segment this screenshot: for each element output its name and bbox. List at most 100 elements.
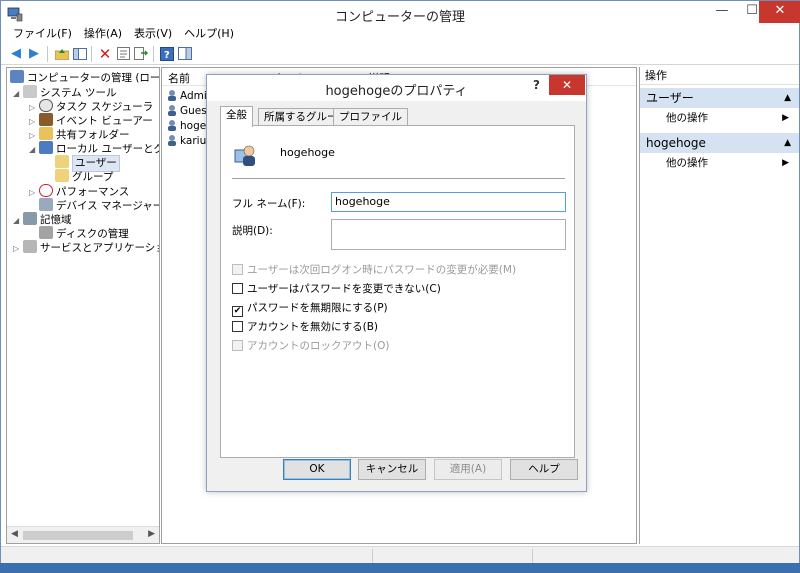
title-bar: コンピューターの管理 — ☐ ✕ bbox=[1, 1, 800, 27]
description-field[interactable] bbox=[331, 219, 566, 250]
tree-label: システム ツール bbox=[40, 87, 117, 99]
cannot-change-password-checkbox[interactable]: ユーザーはパスワードを変更できない(C) bbox=[232, 281, 441, 297]
tree-item-system-tools[interactable]: ◢ システム ツール bbox=[13, 85, 117, 100]
actions-section-hogehoge[interactable]: hogehoge ▲ bbox=[640, 133, 799, 153]
status-bar bbox=[1, 546, 799, 564]
user-icon bbox=[168, 120, 176, 131]
forward-icon[interactable]: ▶ bbox=[25, 45, 43, 62]
tree-item-disk-management[interactable]: ディスクの管理 bbox=[29, 226, 129, 241]
tree-item-event-viewer[interactable]: ▷ イベント ビューアー bbox=[29, 113, 153, 128]
services-icon bbox=[23, 240, 37, 253]
help-icon[interactable]: ? bbox=[158, 45, 176, 62]
tree-item-local-users-groups[interactable]: ◢ ローカル ユーザーとグループ bbox=[29, 141, 159, 157]
checkbox-label: ユーザーはパスワードを変更できない(C) bbox=[247, 283, 441, 295]
section-title: hogehoge bbox=[646, 136, 706, 150]
tree-item-users[interactable]: ユーザー bbox=[45, 155, 120, 172]
tree-item-computer-management[interactable]: コンピューターの管理 (ローカル) bbox=[10, 70, 160, 85]
properties-icon[interactable] bbox=[114, 45, 132, 62]
users-groups-icon bbox=[39, 141, 53, 154]
divider bbox=[232, 178, 565, 179]
checkbox-label: パスワードを無期限にする(P) bbox=[247, 302, 388, 314]
checkbox-label: ユーザーは次回ログオン時にパスワードの変更が必要(M) bbox=[247, 264, 517, 276]
disk-icon bbox=[39, 226, 53, 239]
toolbar-separator bbox=[153, 46, 154, 62]
delete-icon[interactable]: ✕ bbox=[96, 45, 114, 63]
user-icon bbox=[168, 105, 176, 116]
expand-arrow-icon[interactable]: ◢ bbox=[13, 213, 23, 228]
user-icon bbox=[168, 135, 176, 146]
dialog-close-button[interactable]: ✕ bbox=[549, 75, 585, 95]
list-item[interactable]: Guest bbox=[166, 103, 211, 119]
tree-label: 共有フォルダー bbox=[56, 129, 130, 141]
collapse-icon[interactable]: ▲ bbox=[784, 133, 791, 153]
storage-icon bbox=[23, 212, 37, 225]
console-tree: コンピューターの管理 (ローカル) ◢システム ツール ▷タスク スケジューラ … bbox=[6, 67, 160, 544]
show-hide-tree-icon[interactable] bbox=[71, 45, 89, 62]
password-never-expires-checkbox[interactable]: ✔ パスワードを無期限にする(P) bbox=[232, 300, 388, 317]
performance-icon bbox=[39, 184, 53, 197]
account-disabled-checkbox[interactable]: アカウントを無効にする(B) bbox=[232, 319, 378, 335]
cancel-button[interactable]: キャンセル bbox=[358, 459, 426, 480]
menu-file[interactable]: ファイル(F) bbox=[7, 25, 78, 42]
export-list-icon[interactable] bbox=[132, 45, 150, 62]
list-item[interactable]: karius bbox=[166, 133, 212, 149]
menu-view[interactable]: 表示(V) bbox=[128, 25, 178, 42]
expand-arrow-icon[interactable]: ◢ bbox=[29, 142, 39, 157]
tab-general[interactable]: 全般 bbox=[220, 106, 253, 127]
tree-item-shared-folders[interactable]: ▷ 共有フォルダー bbox=[29, 127, 130, 142]
minimize-button[interactable]: — bbox=[708, 1, 736, 23]
tree-label: グループ bbox=[72, 171, 114, 183]
back-icon[interactable]: ◀ bbox=[7, 45, 25, 62]
checkbox-box[interactable]: ✔ bbox=[232, 306, 243, 317]
ok-button[interactable]: OK bbox=[283, 459, 351, 480]
event-viewer-icon bbox=[39, 113, 53, 126]
user-icon bbox=[168, 90, 176, 101]
fullname-field[interactable]: hogehoge bbox=[331, 192, 566, 212]
checkbox-box[interactable] bbox=[232, 283, 243, 294]
status-divider bbox=[372, 549, 373, 563]
action-more-actions-users[interactable]: 他の操作 ▶ bbox=[640, 108, 799, 128]
dialog-help-button[interactable]: ? bbox=[533, 78, 540, 92]
expand-arrow-icon[interactable]: ▷ bbox=[13, 241, 23, 256]
tree-item-storage[interactable]: ◢ 記憶域 bbox=[13, 212, 72, 227]
scroll-right-icon[interactable]: ▶ bbox=[148, 529, 155, 539]
up-folder-icon[interactable] bbox=[53, 45, 71, 62]
computer-management-icon bbox=[10, 70, 24, 83]
device-manager-icon bbox=[39, 198, 53, 211]
help-button[interactable]: ヘルプ bbox=[510, 459, 578, 480]
tree-horizontal-scrollbar[interactable]: ◀ ▶ bbox=[7, 526, 159, 543]
collapse-icon[interactable]: ▲ bbox=[784, 88, 791, 108]
scroll-left-icon[interactable]: ◀ bbox=[11, 529, 18, 539]
toolbar-separator bbox=[91, 46, 92, 62]
clock-icon bbox=[39, 99, 53, 112]
apply-button: 適用(A) bbox=[434, 459, 502, 480]
tree-item-performance[interactable]: ▷ パフォーマンス bbox=[29, 184, 129, 199]
menu-action[interactable]: 操作(A) bbox=[78, 25, 128, 42]
actions-section-users[interactable]: ユーザー ▲ bbox=[640, 88, 799, 108]
tree-label: 記憶域 bbox=[40, 214, 72, 226]
checkbox-box[interactable] bbox=[232, 321, 243, 332]
tree-item-groups[interactable]: グループ bbox=[45, 169, 113, 184]
tree-item-services-applications[interactable]: ▷ サービスとアプリケーション bbox=[13, 240, 159, 256]
tree-item-task-scheduler[interactable]: ▷ タスク スケジューラ bbox=[29, 99, 153, 114]
close-button[interactable]: ✕ bbox=[759, 1, 800, 23]
account-name: hogehoge bbox=[280, 146, 335, 159]
folder-icon bbox=[55, 169, 69, 182]
status-divider bbox=[532, 549, 533, 563]
action-pane-icon[interactable] bbox=[176, 45, 194, 62]
list-item[interactable]: hoge bbox=[166, 118, 206, 134]
menu-help[interactable]: ヘルプ(H) bbox=[178, 25, 240, 42]
action-more-actions-hogehoge[interactable]: 他の操作 ▶ bbox=[640, 153, 799, 173]
section-title: ユーザー bbox=[646, 91, 694, 105]
submenu-arrow-icon: ▶ bbox=[782, 113, 789, 123]
tree-label: ローカル ユーザーとグループ bbox=[56, 143, 159, 155]
desktop-background bbox=[0, 563, 800, 573]
tree-item-device-manager[interactable]: デバイス マネージャー bbox=[29, 198, 159, 213]
scroll-thumb[interactable] bbox=[23, 531, 133, 540]
column-name[interactable]: 名前 bbox=[168, 70, 190, 86]
account-locked-out-checkbox: アカウントのロックアウト(O) bbox=[232, 338, 389, 354]
tree-label: タスク スケジューラ bbox=[56, 101, 154, 113]
expand-arrow-icon[interactable]: ◢ bbox=[13, 86, 23, 101]
tree-label: コンピューターの管理 (ローカル) bbox=[27, 72, 160, 84]
tab-profile[interactable]: プロファイル bbox=[333, 108, 408, 126]
